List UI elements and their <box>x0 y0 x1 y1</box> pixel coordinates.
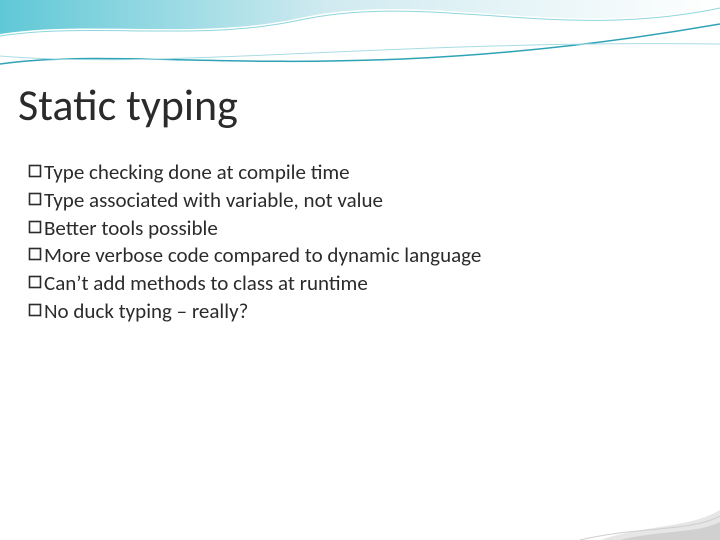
bullet-item: Better tools possible <box>28 216 680 241</box>
square-bullet-icon <box>28 192 42 206</box>
bullet-text: Better tools possible <box>44 216 218 241</box>
bullet-text: More verbose code compared to dynamic la… <box>44 243 481 268</box>
bullet-text: Can’t add methods to class at runtime <box>44 271 368 296</box>
bullet-item: Type checking done at compile time <box>28 160 680 185</box>
bullet-item: More verbose code compared to dynamic la… <box>28 243 680 268</box>
bullet-text: Type checking done at compile time <box>44 160 350 185</box>
square-bullet-icon <box>28 303 42 317</box>
bullet-item: Can’t add methods to class at runtime <box>28 271 680 296</box>
bullet-text: No duck typing – really? <box>44 299 248 324</box>
square-bullet-icon <box>28 164 42 178</box>
wave-decoration <box>0 0 720 90</box>
corner-decoration <box>540 480 720 540</box>
square-bullet-icon <box>28 220 42 234</box>
square-bullet-icon <box>28 275 42 289</box>
bullet-item: Type associated with variable, not value <box>28 188 680 213</box>
slide: Static typing Type checking done at comp… <box>0 0 720 540</box>
bullet-text: Type associated with variable, not value <box>44 188 383 213</box>
bullet-list: Type checking done at compile time Type … <box>28 160 680 327</box>
bullet-item: No duck typing – really? <box>28 299 680 324</box>
slide-title: Static typing <box>18 78 238 132</box>
square-bullet-icon <box>28 247 42 261</box>
